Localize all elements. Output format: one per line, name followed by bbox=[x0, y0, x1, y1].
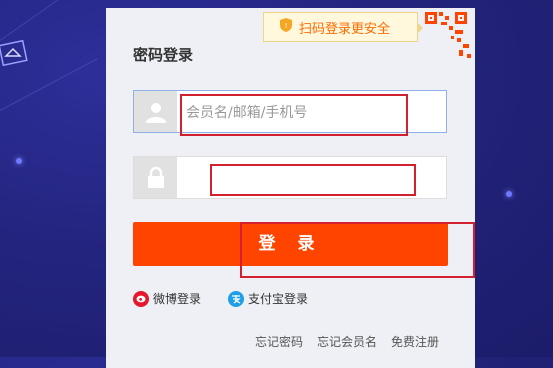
weibo-login-link[interactable]: 微博登录 bbox=[133, 290, 201, 307]
qr-code-icon[interactable] bbox=[417, 8, 475, 70]
alipay-icon bbox=[228, 290, 244, 307]
alipay-login-link[interactable]: 支付宝登录 bbox=[228, 290, 308, 307]
background-dot bbox=[506, 191, 512, 197]
background-dot bbox=[16, 158, 22, 164]
svg-text:!: ! bbox=[285, 22, 288, 30]
weibo-icon bbox=[133, 290, 149, 307]
login-button[interactable]: 登 录 bbox=[133, 222, 448, 266]
background-line bbox=[0, 0, 99, 41]
qr-tip-text: 扫码登录更安全 bbox=[299, 21, 391, 37]
forgot-username-link[interactable]: 忘记会员名 bbox=[317, 333, 377, 350]
login-panel: ! 扫码登录更安全 密码登录 会员名/邮箱/手机号 登 录 微博登录 支付宝登录… bbox=[106, 8, 475, 368]
username-field[interactable] bbox=[133, 90, 447, 134]
qr-login-tip[interactable]: ! 扫码登录更安全 bbox=[263, 12, 423, 42]
login-title: 密码登录 bbox=[133, 46, 194, 64]
alipay-login-label: 支付宝登录 bbox=[248, 292, 309, 306]
forgot-password-link[interactable]: 忘记密码 bbox=[255, 333, 303, 350]
password-field[interactable] bbox=[133, 156, 447, 200]
footer-links: 忘记密码 忘记会员名 免费注册 bbox=[255, 333, 439, 350]
password-input[interactable] bbox=[184, 157, 443, 200]
shield-icon: ! bbox=[280, 18, 292, 36]
weibo-login-label: 微博登录 bbox=[153, 292, 202, 306]
username-input[interactable] bbox=[184, 91, 443, 134]
lock-icon bbox=[134, 157, 177, 198]
register-link[interactable]: 免费注册 bbox=[391, 333, 439, 350]
hanger-icon bbox=[0, 39, 30, 74]
user-icon bbox=[134, 91, 177, 132]
